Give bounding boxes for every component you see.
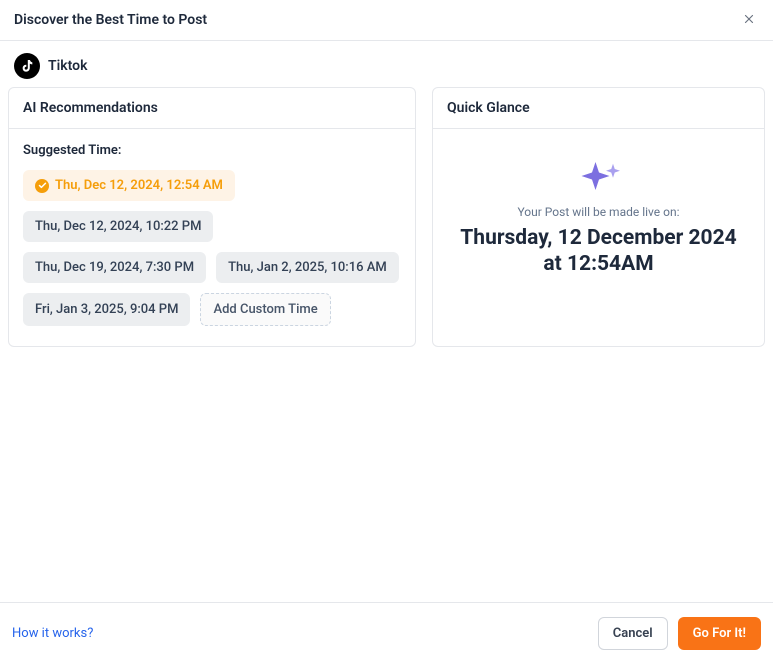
check-icon [35,179,49,193]
time-chip[interactable]: Thu, Jan 2, 2025, 10:16 AM [216,252,399,283]
go-for-it-button[interactable]: Go For It! [678,617,761,650]
tiktok-icon [14,53,40,79]
modal-footer: How it works? Cancel Go For It! [0,602,773,664]
custom-time-label: Add Custom Time [213,302,317,317]
glance-main-text: Thursday, 12 December 2024 at 12:54AM [453,225,744,278]
content-row: AI Recommendations Suggested Time: Thu, … [0,87,773,347]
glance-line1: Thursday, 12 December 2024 [460,226,736,250]
quick-glance-card: Quick Glance Your Post will be made live… [432,87,765,347]
time-chip[interactable]: Thu, Dec 12, 2024, 10:22 PM [23,211,213,242]
glance-subtext: Your Post will be made live on: [453,205,744,219]
recommendations-card: AI Recommendations Suggested Time: Thu, … [8,87,416,347]
time-chip-selected[interactable]: Thu, Dec 12, 2024, 12:54 AM [23,170,235,201]
how-it-works-link[interactable]: How it works? [12,626,93,641]
platform-row: Tiktok [0,41,773,87]
modal-title: Discover the Best Time to Post [14,12,207,28]
footer-actions: Cancel Go For It! [598,617,761,650]
modal-header: Discover the Best Time to Post [0,0,773,41]
platform-name: Tiktok [48,58,87,74]
sparkle-icon [453,161,744,191]
time-chip[interactable]: Thu, Dec 19, 2024, 7:30 PM [23,252,206,283]
glance-line2: at 12:54AM [543,252,653,276]
close-button[interactable] [739,10,759,30]
time-chip-label: Thu, Jan 2, 2025, 10:16 AM [228,260,387,275]
time-chip-list: Thu, Dec 12, 2024, 12:54 AM Thu, Dec 12,… [23,170,401,326]
time-chip-label: Thu, Dec 12, 2024, 12:54 AM [55,178,223,193]
suggested-time-label: Suggested Time: [23,143,401,158]
recommendations-title: AI Recommendations [9,88,415,129]
time-chip[interactable]: Fri, Jan 3, 2025, 9:04 PM [23,293,190,326]
add-custom-time-button[interactable]: Add Custom Time [200,293,330,326]
quick-glance-title: Quick Glance [433,88,764,129]
time-chip-label: Thu, Dec 19, 2024, 7:30 PM [35,260,194,275]
time-chip-label: Thu, Dec 12, 2024, 10:22 PM [35,219,201,234]
close-icon [742,11,756,30]
cancel-button[interactable]: Cancel [598,617,668,650]
time-chip-label: Fri, Jan 3, 2025, 9:04 PM [35,302,178,317]
